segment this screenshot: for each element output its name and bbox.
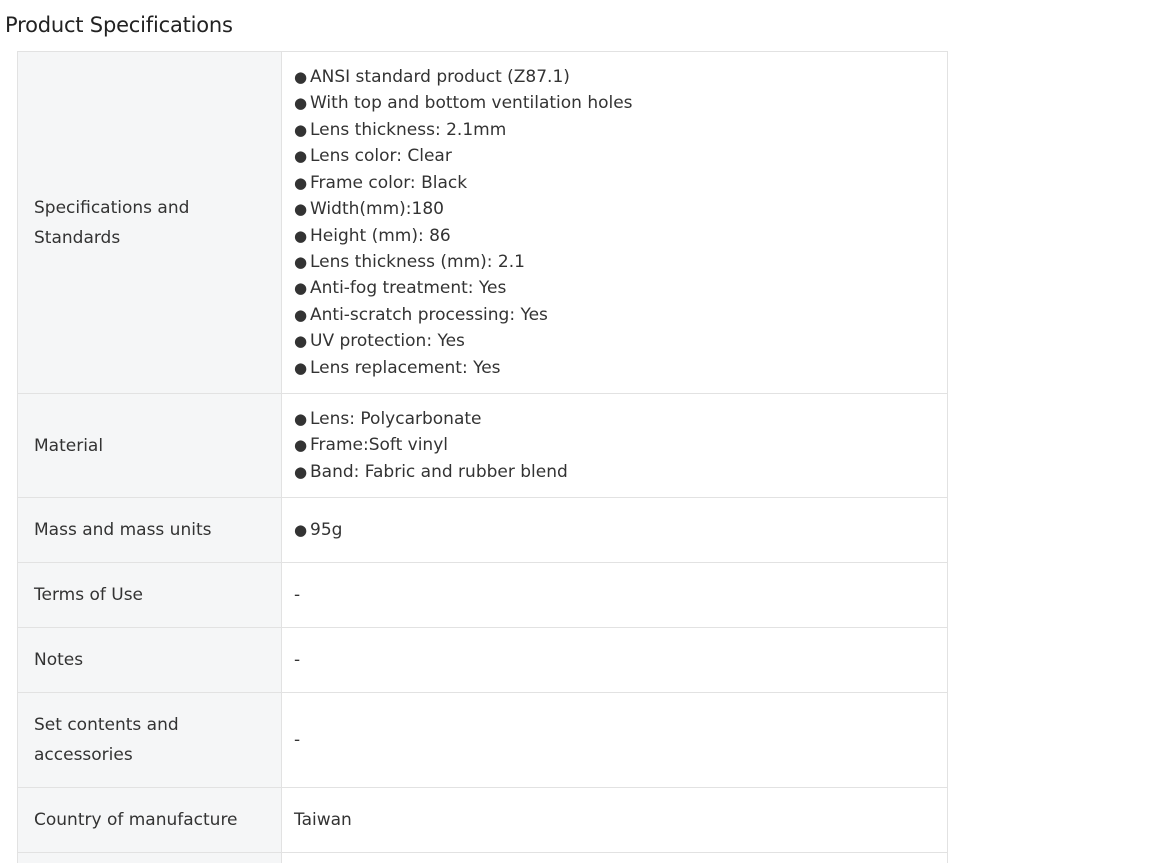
spec-text: Lens thickness: 2.1mm (310, 119, 507, 140)
spec-line: ● 95g (294, 517, 935, 543)
spec-text: Anti-scratch processing: Yes (310, 304, 548, 325)
row-value: ● 95g (281, 497, 948, 563)
spec-text: Frame color: Black (310, 172, 468, 193)
row-value: - (281, 692, 948, 788)
spec-text: Lens thickness (mm): 2.1 (310, 251, 525, 272)
bullet-icon: ● (294, 332, 308, 351)
row-label: Terms of Use (17, 562, 282, 628)
table-row: Mass and mass units ● 95g (17, 497, 948, 563)
row-value (281, 852, 948, 863)
spec-line: ● ANSI standard product (Z87.1) (294, 64, 935, 90)
spec-line: ● Band: Fabric and rubber blend (294, 459, 935, 485)
spec-text: Frame:Soft vinyl (310, 435, 448, 456)
page-title: Product Specifications (5, 13, 233, 37)
spec-line: ● Height (mm): 86 (294, 223, 935, 249)
row-label: Material (17, 393, 282, 498)
bullet-icon: ● (294, 120, 308, 139)
spec-line: ● Anti-scratch processing: Yes (294, 302, 935, 328)
spec-line: ● UV protection: Yes (294, 328, 935, 354)
row-value: Taiwan (281, 787, 948, 853)
spec-text: Lens color: Clear (310, 146, 452, 167)
spec-text: Lens: Polycarbonate (310, 408, 482, 429)
spec-text: 95g (310, 519, 343, 540)
row-label: Specifications and Standards (17, 51, 282, 394)
spec-line: ● Lens replacement: Yes (294, 355, 935, 381)
bullet-icon: ● (294, 409, 308, 428)
row-label (17, 852, 282, 863)
row-value: - (281, 562, 948, 628)
bullet-icon: ● (294, 226, 308, 245)
spec-line: ● Anti-fog treatment: Yes (294, 275, 935, 301)
spec-line: ● Frame:Soft vinyl (294, 432, 935, 458)
spec-line: ● Frame color: Black (294, 170, 935, 196)
bullet-icon: ● (294, 94, 308, 113)
bullet-icon: ● (294, 252, 308, 271)
table-row: Notes - (17, 627, 948, 693)
row-label: Country of manufacture (17, 787, 282, 853)
bullet-icon: ● (294, 279, 308, 298)
table-row: Set contents and accessories - (17, 692, 948, 788)
spec-text: Height (mm): 86 (310, 225, 451, 246)
page: Product Specifications Specifications an… (0, 0, 1152, 863)
bullet-icon: ● (294, 520, 308, 539)
bullet-icon: ● (294, 462, 308, 481)
spec-line: ● Lens thickness (mm): 2.1 (294, 249, 935, 275)
spec-text: Anti-fog treatment: Yes (310, 278, 507, 299)
spec-text: ANSI standard product (Z87.1) (310, 67, 570, 88)
table-row: Terms of Use - (17, 562, 948, 628)
row-value: ● Lens: Polycarbonate ● Frame:Soft vinyl ●… (281, 393, 948, 498)
spec-text: Lens replacement: Yes (310, 357, 501, 378)
spec-line: ● Lens thickness: 2.1mm (294, 117, 935, 143)
spec-text: UV protection: Yes (310, 331, 465, 352)
bullet-icon: ● (294, 305, 308, 324)
row-label: Set contents and accessories (17, 692, 282, 788)
bullet-icon: ● (294, 147, 308, 166)
bullet-icon: ● (294, 358, 308, 377)
spec-line: ● Lens: Polycarbonate (294, 406, 935, 432)
row-value: - (281, 627, 948, 693)
spec-line: ● Lens color: Clear (294, 143, 935, 169)
bullet-icon: ● (294, 173, 308, 192)
bullet-icon: ● (294, 200, 308, 219)
bullet-icon: ● (294, 436, 308, 455)
table-row: Country of manufacture Taiwan (17, 787, 948, 853)
spec-text: Band: Fabric and rubber blend (310, 461, 568, 482)
row-label: Mass and mass units (17, 497, 282, 563)
table-row: Specifications and Standards ● ANSI stand… (17, 51, 948, 394)
spec-line: ● With top and bottom ventilation holes (294, 90, 935, 116)
specifications-table: Specifications and Standards ● ANSI stand… (17, 51, 948, 863)
bullet-icon: ● (294, 68, 308, 87)
spec-text: With top and bottom ventilation holes (310, 93, 633, 114)
table-row (17, 852, 948, 863)
spec-text: Width(mm):180 (310, 199, 444, 220)
row-label: Notes (17, 627, 282, 693)
row-value: ● ANSI standard product (Z87.1) ● With top… (281, 51, 948, 394)
table-row: Material ● Lens: Polycarbonate ● Frame:Sof… (17, 393, 948, 498)
spec-line: ● Width(mm):180 (294, 196, 935, 222)
